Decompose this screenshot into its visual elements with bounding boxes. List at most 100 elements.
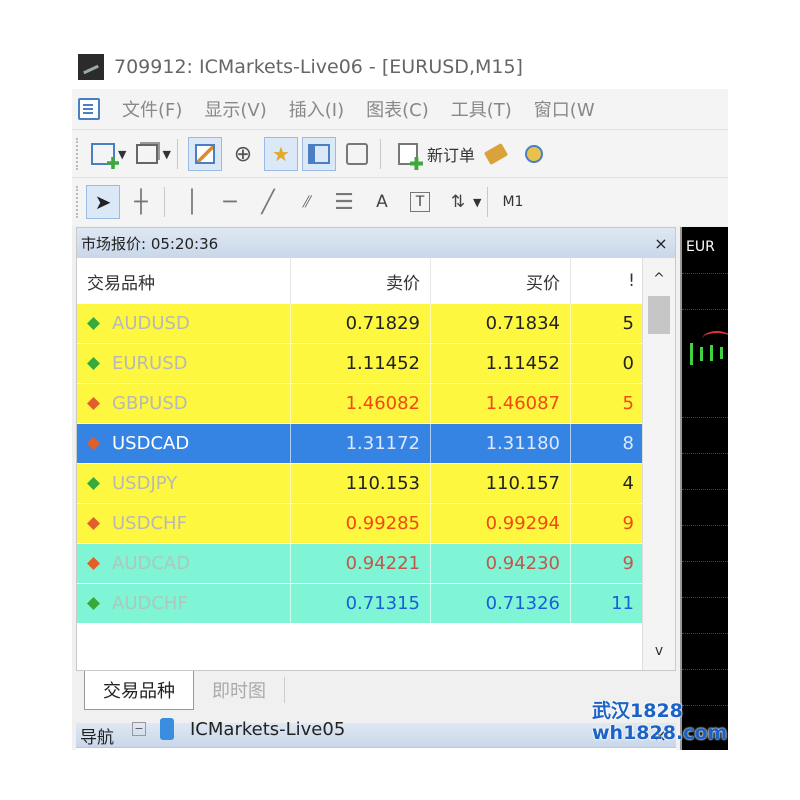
table-row[interactable]: AUDUSD 0.71829 0.71834 5	[77, 304, 643, 344]
table-row[interactable]: AUDCAD 0.94221 0.94230 9	[77, 544, 643, 584]
grid-line	[682, 525, 728, 526]
symbol-cell[interactable]: AUDUSD	[77, 304, 291, 343]
market-watch-title: 市场报价: 05:20:36	[81, 234, 219, 253]
price-direction-icon	[87, 317, 100, 330]
menu-window[interactable]: 窗口(W	[534, 96, 595, 122]
timeframe-m1-button[interactable]: M1	[502, 194, 523, 210]
terminal-icon	[307, 144, 330, 164]
symbol-cell[interactable]: USDJPY	[77, 464, 291, 503]
trendline-icon: ╱	[261, 189, 275, 215]
navigator-title: 导航	[80, 727, 114, 748]
cursor-button[interactable]: ➤	[86, 185, 120, 219]
channel-icon: ⫽	[302, 192, 310, 211]
symbol-cell[interactable]: EURUSD	[77, 344, 291, 383]
candle	[720, 347, 723, 359]
grid-line	[682, 273, 728, 274]
arrows-button[interactable]: ⇅	[441, 185, 475, 219]
symbol-label: USDCHF	[112, 513, 187, 534]
data-window-button[interactable]: ⊕	[226, 137, 260, 171]
table-row[interactable]: EURUSD 1.11452 1.11452 0	[77, 344, 643, 384]
price-direction-icon	[87, 477, 100, 490]
strategy-tester-button[interactable]	[340, 137, 374, 171]
price-direction-icon	[87, 517, 100, 530]
symbol-label: AUDCHF	[112, 593, 188, 614]
watermark-line2: wh1828.com	[592, 722, 728, 744]
candle	[700, 347, 703, 361]
scroll-down-icon[interactable]: v	[643, 638, 675, 664]
tab-tick-chart[interactable]: 即时图	[194, 671, 284, 709]
grid-line	[682, 669, 728, 670]
column-symbol[interactable]: 交易品种	[77, 258, 291, 304]
market-watch-button[interactable]	[187, 137, 222, 171]
crosshair-button[interactable]: ┼	[124, 185, 158, 219]
text-label-button[interactable]: T	[403, 185, 437, 219]
column-bid[interactable]: 卖价	[291, 258, 431, 304]
menu-view[interactable]: 显示(V)	[204, 96, 266, 122]
gold-bar-icon	[483, 142, 509, 166]
grid-line	[682, 597, 728, 598]
menu-tools[interactable]: 工具(T)	[451, 96, 512, 122]
symbol-label: AUDCAD	[112, 553, 191, 574]
scroll-thumb[interactable]	[648, 296, 670, 334]
new-chart-button[interactable]	[86, 137, 120, 171]
symbol-cell[interactable]: AUDCAD	[77, 544, 291, 583]
tab-symbols[interactable]: 交易品种	[84, 671, 194, 710]
table-row[interactable]: USDCAD 1.31172 1.31180 8	[77, 424, 643, 464]
close-icon[interactable]: ×	[653, 234, 669, 253]
vertical-line-button[interactable]: │	[175, 185, 209, 219]
spread-cell: 11	[571, 584, 643, 623]
scroll-up-icon[interactable]: ^	[643, 266, 675, 292]
toolbar-separator	[164, 187, 165, 217]
bid-cell: 1.46082	[291, 384, 431, 423]
candle	[710, 345, 713, 361]
chart-tab-label[interactable]: EUR	[686, 239, 715, 255]
spread-cell: 5	[571, 304, 643, 343]
table-row[interactable]: GBPUSD 1.46082 1.46087 5	[77, 384, 643, 424]
text-button[interactable]: A	[365, 185, 399, 219]
profiles-button[interactable]	[130, 137, 164, 171]
new-order-button[interactable]	[391, 137, 425, 171]
cursor-arrow-icon: ➤	[94, 190, 112, 214]
navigator-button[interactable]: ★	[263, 137, 298, 171]
symbol-cell[interactable]: GBPUSD	[77, 384, 291, 423]
spread-cell: 0	[571, 344, 643, 383]
account-label[interactable]: ICMarkets-Live05	[190, 719, 345, 740]
trendline-button[interactable]: ╱	[251, 185, 285, 219]
toolbar-grip[interactable]	[76, 186, 82, 218]
toolbar-separator	[487, 187, 489, 217]
column-spread[interactable]: !	[571, 258, 643, 304]
symbol-cell[interactable]: USDCAD	[77, 424, 291, 463]
bid-cell: 0.99285	[291, 504, 431, 543]
column-ask[interactable]: 买价	[431, 258, 571, 304]
metaeditor-button[interactable]	[479, 137, 513, 171]
menu-charts[interactable]: 图表(C)	[366, 96, 429, 122]
table-row[interactable]: USDJPY 110.153 110.157 4	[77, 464, 643, 504]
ask-cell: 0.99294	[431, 504, 571, 543]
document-icon[interactable]	[78, 98, 100, 120]
horizontal-line-button[interactable]: ─	[213, 185, 247, 219]
table-row[interactable]: AUDCHF 0.71315 0.71326 11	[77, 584, 643, 624]
market-watch-header: 市场报价: 05:20:36 ×	[77, 228, 675, 259]
vertical-scrollbar[interactable]: ^ v	[642, 258, 675, 670]
bid-cell: 1.11452	[291, 344, 431, 383]
symbol-label: GBPUSD	[112, 393, 188, 414]
toolbar-grip[interactable]	[76, 138, 82, 170]
chart-window[interactable]: EUR	[680, 227, 728, 750]
channel-button[interactable]: ⫽	[289, 185, 323, 219]
tree-expand-icon[interactable]: −	[132, 722, 146, 736]
ask-cell: 0.71326	[431, 584, 571, 623]
ask-cell: 110.157	[431, 464, 571, 503]
table-row[interactable]: USDCHF 0.99285 0.99294 9	[77, 504, 643, 544]
menu-file[interactable]: 文件(F)	[122, 96, 182, 122]
symbol-cell[interactable]: AUDCHF	[77, 584, 291, 623]
new-order-label[interactable]: 新订单	[427, 142, 475, 166]
symbol-cell[interactable]: USDCHF	[77, 504, 291, 543]
grid-line	[682, 489, 728, 490]
bid-cell: 0.94221	[291, 544, 431, 583]
fibonacci-button[interactable]: ☰	[327, 185, 361, 219]
menu-insert[interactable]: 插入(I)	[289, 96, 344, 122]
text-label-icon: T	[410, 192, 430, 212]
auto-trading-button[interactable]	[517, 137, 551, 171]
terminal-button[interactable]	[301, 137, 336, 171]
navigator-account-item[interactable]: − ICMarkets-Live05	[132, 718, 345, 740]
